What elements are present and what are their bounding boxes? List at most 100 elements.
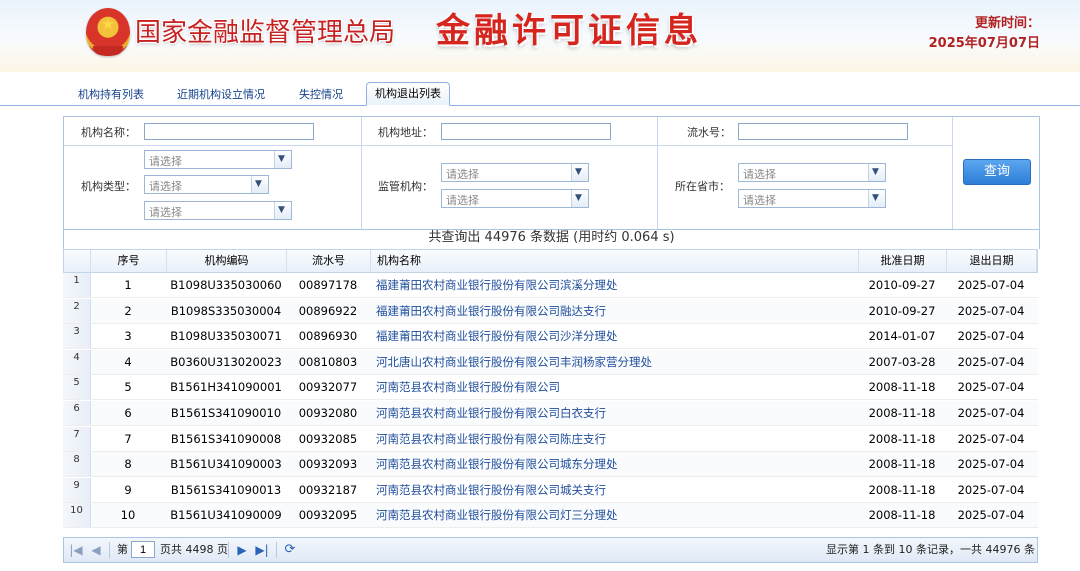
cell-approve-date: 2008-11-18 — [868, 482, 936, 497]
cell-approve-date: 2010-09-27 — [868, 278, 936, 292]
cell-serial: 00932077 — [298, 380, 358, 395]
column-header-code[interactable]: 机构编码 — [167, 250, 287, 272]
cell-seq: 2 — [124, 303, 132, 318]
cell-serial: 00932095 — [298, 508, 358, 523]
update-time-value: 2025年07月07日 — [928, 36, 1040, 51]
tab-bar: 机构持有列表 近期机构设立情况 失控情况 机构退出列表 — [0, 82, 1080, 106]
chevron-down-icon[interactable]: ▼ — [571, 164, 588, 181]
row-number: 9 — [63, 477, 91, 502]
next-page-icon[interactable]: ▶ — [234, 542, 250, 558]
table-row[interactable]: 9 9 B1561S341090013 00932187 河南范县农村商业银行股份有限公… — [63, 477, 1038, 503]
cell-institution-name[interactable]: 福建莆田农村商业银行股份有限公司沙洋分理处 — [376, 324, 858, 348]
province-select-1[interactable]: 请选择 ▼ — [738, 163, 886, 182]
chevron-down-icon[interactable]: ▼ — [274, 202, 291, 219]
prev-page-icon[interactable]: ◀ — [88, 542, 104, 558]
institution-name-label: 机构名称： — [81, 126, 136, 139]
cell-seq: 5 — [124, 380, 132, 395]
cell-exit-date: 2025-07-04 — [957, 303, 1025, 318]
cell-code: B1561U341090003 — [170, 457, 282, 472]
table-row[interactable]: 6 6 B1561S341090010 00932080 河南范县农村商业银行股份有限公… — [63, 401, 1038, 426]
pagination-bar: |◀ ◀ 第 页共 4498 页 ▶ ▶| ⟳ 显示第 1 条到 10 条记录，… — [63, 537, 1038, 563]
result-summary: 共查询出 44976 条数据 (用时约 0.064 s) — [63, 227, 1040, 249]
cell-code: B0360U313020023 — [170, 354, 282, 369]
cell-code: B1561S341090013 — [170, 482, 282, 497]
cell-seq: 1 — [124, 278, 132, 292]
cell-code: B1561H341090001 — [170, 380, 282, 395]
cell-exit-date: 2025-07-04 — [957, 431, 1025, 446]
cell-serial: 00896930 — [298, 329, 358, 344]
cell-exit-date: 2025-07-04 — [957, 354, 1025, 369]
province-select-2[interactable]: 请选择 ▼ — [738, 189, 886, 208]
cell-serial: 00932187 — [298, 482, 358, 497]
chevron-down-icon[interactable]: ▼ — [571, 190, 588, 207]
row-number: 10 — [63, 503, 91, 528]
cell-code: B1098U335030060 — [170, 278, 282, 292]
institution-type-select-3[interactable]: 请选择 ▼ — [144, 201, 292, 220]
table-row[interactable]: 1 1 B1098U335030060 00897178 福建莆田农村商业银行股份有限公… — [63, 273, 1038, 298]
cell-institution-name[interactable]: 河南范县农村商业银行股份有限公司陈庄支行 — [376, 427, 858, 451]
table-row[interactable]: 3 3 B1098U335030071 00896930 福建莆田农村商业银行股份有限公… — [63, 324, 1038, 350]
cell-seq: 10 — [120, 508, 136, 523]
cell-serial: 00896922 — [298, 303, 358, 318]
row-number: 7 — [63, 426, 91, 451]
column-header-serial[interactable]: 流水号 — [287, 250, 371, 272]
last-page-icon[interactable]: ▶| — [254, 542, 270, 558]
query-button[interactable]: 查询 — [963, 159, 1031, 185]
cell-institution-name[interactable]: 河南范县农村商业银行股份有限公司 — [376, 375, 858, 399]
cell-institution-name[interactable]: 河南范县农村商业银行股份有限公司城东分理处 — [376, 452, 858, 476]
table-row[interactable]: 10 10 B1561U341090009 00932095 河南范县农村商业银行股份有… — [63, 503, 1038, 529]
chevron-down-icon[interactable]: ▼ — [868, 190, 885, 207]
page-number-input[interactable] — [131, 541, 155, 558]
chevron-down-icon[interactable]: ▼ — [274, 151, 291, 168]
cell-serial: 00810803 — [298, 354, 358, 369]
table-row[interactable]: 8 8 B1561U341090003 00932093 河南范县农村商业银行股份有限公… — [63, 452, 1038, 478]
address-input[interactable] — [441, 123, 611, 140]
cell-institution-name[interactable]: 河南范县农村商业银行股份有限公司白衣支行 — [376, 401, 858, 425]
rownum-header — [64, 250, 91, 272]
institution-type-select-1[interactable]: 请选择 ▼ — [144, 150, 292, 169]
cell-serial: 00932080 — [298, 406, 358, 420]
institution-type-label: 机构类型： — [81, 180, 136, 193]
search-panel: 机构名称： 机构地址： 流水号： 机构类型： 请选择 ▼ 请选择 ▼ 请选择 ▼… — [63, 116, 1040, 230]
cell-approve-date: 2008-11-18 — [868, 406, 936, 420]
column-header-seq[interactable]: 序号 — [91, 250, 167, 272]
row-number: 5 — [63, 375, 91, 400]
table-row[interactable]: 5 5 B1561H341090001 00932077 河南范县农村商业银行股份有限公… — [63, 375, 1038, 401]
cell-exit-date: 2025-07-04 — [957, 457, 1025, 472]
chevron-down-icon[interactable]: ▼ — [251, 176, 268, 193]
table-header: 序号 机构编码 流水号 机构名称 批准日期 退出日期 — [63, 249, 1038, 273]
column-header-approve-date[interactable]: 批准日期 — [859, 250, 947, 272]
cell-code: B1098U335030071 — [170, 329, 282, 344]
cell-institution-name[interactable]: 河南范县农村商业银行股份有限公司城关支行 — [376, 478, 858, 502]
display-info: 显示第 1 条到 10 条记录，一共 44976 条 — [826, 543, 1035, 556]
tab-institution-holdings[interactable]: 机构持有列表 — [78, 86, 144, 104]
cell-institution-name[interactable]: 福建莆田农村商业银行股份有限公司滨溪分理处 — [376, 273, 858, 297]
regulator-select-2[interactable]: 请选择 ▼ — [441, 189, 589, 208]
tab-institution-exits[interactable]: 机构退出列表 — [366, 82, 450, 106]
institution-name-input[interactable] — [144, 123, 314, 140]
update-time-label: 更新时间： — [974, 16, 1040, 31]
cell-institution-name[interactable]: 福建莆田农村商业银行股份有限公司融达支行 — [376, 299, 858, 323]
cell-institution-name[interactable]: 河南范县农村商业银行股份有限公司灯三分理处 — [376, 503, 858, 527]
row-number: 2 — [63, 298, 91, 323]
first-page-icon[interactable]: |◀ — [68, 542, 84, 558]
table-row[interactable]: 2 2 B1098S335030004 00896922 福建莆田农村商业银行股份有限公… — [63, 298, 1038, 324]
cell-institution-name[interactable]: 河北唐山农村商业银行股份有限公司丰润杨家营分理处 — [376, 350, 858, 374]
cell-exit-date: 2025-07-04 — [957, 329, 1025, 344]
table-row[interactable]: 4 4 B0360U313020023 00810803 河北唐山农村商业银行股份有限公… — [63, 349, 1038, 375]
tab-recent-establishments[interactable]: 近期机构设立情况 — [177, 86, 265, 104]
national-emblem-icon: ★ — [86, 8, 130, 56]
cell-seq: 7 — [124, 431, 132, 446]
column-header-exit-date[interactable]: 退出日期 — [947, 250, 1037, 272]
column-header-name[interactable]: 机构名称 — [371, 250, 859, 272]
cell-serial: 00932093 — [298, 457, 358, 472]
cell-approve-date: 2008-11-18 — [868, 431, 936, 446]
refresh-icon[interactable]: ⟳ — [282, 542, 298, 558]
serial-input[interactable] — [738, 123, 908, 140]
page-total: 页共 4498 页 — [160, 543, 228, 556]
table-row[interactable]: 7 7 B1561S341090008 00932085 河南范县农村商业银行股份有限公… — [63, 426, 1038, 452]
chevron-down-icon[interactable]: ▼ — [868, 164, 885, 181]
regulator-select-1[interactable]: 请选择 ▼ — [441, 163, 589, 182]
institution-type-select-2[interactable]: 请选择 ▼ — [144, 175, 269, 194]
tab-out-of-control[interactable]: 失控情况 — [299, 86, 343, 104]
